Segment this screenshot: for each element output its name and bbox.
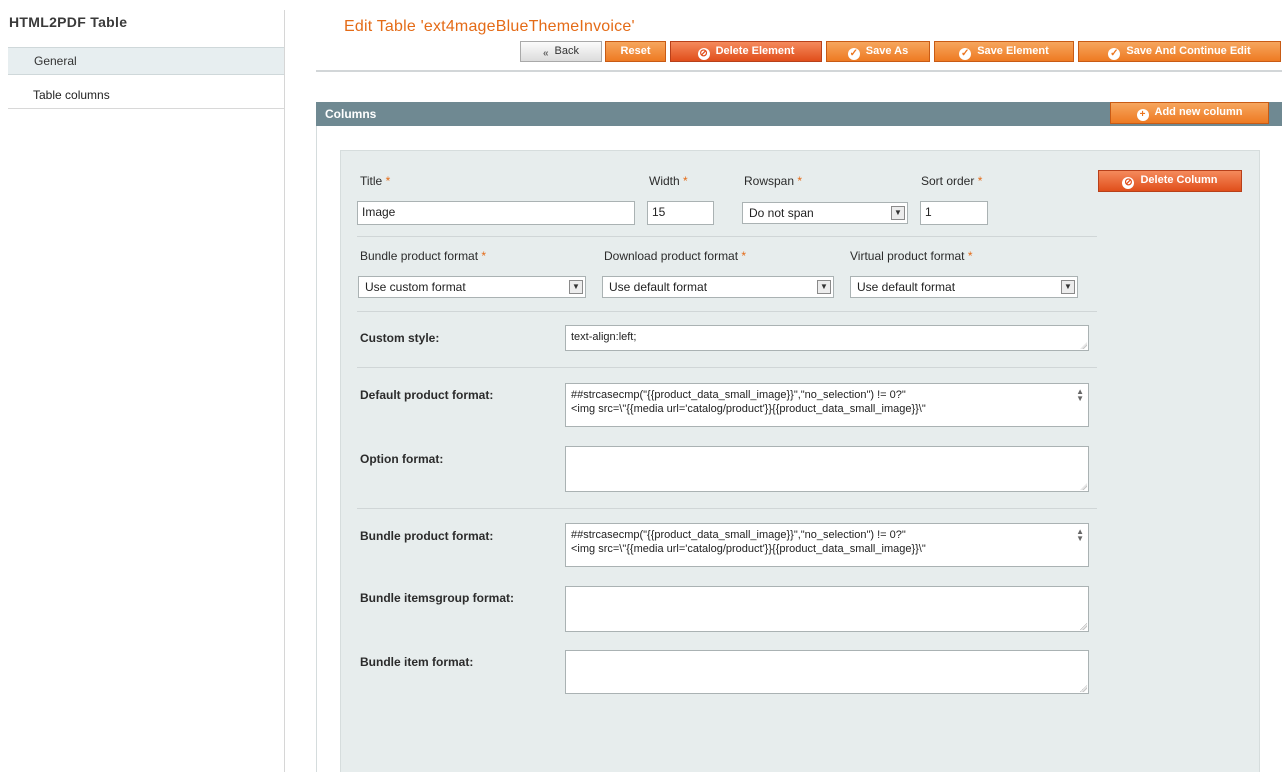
add-icon: + <box>1136 109 1149 121</box>
option-format-textarea[interactable] <box>565 446 1089 492</box>
resize-grip-icon[interactable] <box>1080 342 1087 349</box>
chevron-down-icon: ▼ <box>1061 280 1075 294</box>
page-title: Edit Table 'ext4mageBlueThemeInvoice' <box>344 18 635 35</box>
bundle-format-select[interactable]: Use custom format ▼ <box>358 276 586 298</box>
sidebar-item-general[interactable]: General <box>8 47 284 75</box>
resize-grip-icon[interactable] <box>1080 483 1087 490</box>
columns-section-title: Columns <box>325 107 377 121</box>
row-divider <box>357 236 1097 237</box>
save-and-continue-label: Save And Continue Edit <box>1126 45 1251 57</box>
bundle-product-format-textarea[interactable]: ##strcasecmp("{{product_data_small_image… <box>565 523 1089 567</box>
reset-button[interactable]: Reset <box>605 41 666 62</box>
add-new-column-label: Add new column <box>1154 106 1243 118</box>
resize-grip-icon[interactable] <box>1080 685 1087 692</box>
bundle-item-format-textarea[interactable] <box>565 650 1089 694</box>
default-product-format-line1: ##strcasecmp("{{product_data_small_image… <box>571 389 906 401</box>
virtual-format-select-value: Use default format <box>857 280 956 294</box>
default-product-format-textarea[interactable]: ##strcasecmp("{{product_data_small_image… <box>565 383 1089 427</box>
back-button-label: Back <box>554 45 580 57</box>
save-as-button[interactable]: ✓ Save As <box>826 41 930 62</box>
custom-style-value: text-align:left; <box>571 331 637 343</box>
resize-grip-icon[interactable] <box>1080 623 1087 630</box>
save-element-button[interactable]: ✓ Save Element <box>934 41 1074 62</box>
scroll-arrows-icon[interactable]: ▲ ▼ <box>1076 388 1084 403</box>
custom-style-input[interactable]: text-align:left; <box>565 325 1089 351</box>
rowspan-select[interactable]: Do not span ▼ <box>742 202 908 224</box>
save-check-icon: ✓ <box>847 48 860 60</box>
back-arrow-icon: « <box>542 48 549 59</box>
back-button[interactable]: « Back <box>520 41 602 62</box>
delete-column-label: Delete Column <box>1140 174 1218 186</box>
sort-order-label: Sort order * <box>921 174 983 188</box>
save-as-label: Save As <box>865 45 909 57</box>
rowspan-select-value: Do not span <box>749 206 814 220</box>
sort-order-input[interactable]: 1 <box>920 201 988 225</box>
bundle-product-format-label: Bundle product format: <box>360 529 494 543</box>
download-format-label: Download product format * <box>604 249 747 263</box>
delete-element-button[interactable]: ⊘ Delete Element <box>670 41 822 62</box>
bundle-format-label: Bundle product format * <box>360 249 487 263</box>
title-label: Title * <box>360 174 391 188</box>
sidebar: HTML2PDF Table General Table columns <box>0 0 285 772</box>
rowspan-label: Rowspan * <box>744 174 803 188</box>
row-divider <box>357 508 1097 509</box>
save-and-continue-button[interactable]: ✓ Save And Continue Edit <box>1078 41 1281 62</box>
header-divider <box>316 70 1282 72</box>
bundle-product-format-line1: ##strcasecmp("{{product_data_small_image… <box>571 529 906 541</box>
row-divider <box>357 367 1097 368</box>
chevron-down-icon: ▼ <box>891 206 905 220</box>
delete-icon: ⊘ <box>697 48 710 60</box>
bundle-item-format-label: Bundle item format: <box>360 655 474 669</box>
chevron-down-icon: ▼ <box>817 280 831 294</box>
width-input[interactable]: 15 <box>647 201 714 225</box>
delete-column-button[interactable]: ⊘ Delete Column <box>1098 170 1242 192</box>
save-element-label: Save Element <box>977 45 1049 57</box>
download-format-select-value: Use default format <box>609 280 708 294</box>
chevron-down-icon: ▼ <box>569 280 583 294</box>
sidebar-item-table-columns[interactable]: Table columns <box>8 81 284 109</box>
custom-style-label: Custom style: <box>360 331 440 345</box>
reset-button-label: Reset <box>620 45 651 57</box>
bundle-format-select-value: Use custom format <box>365 280 466 294</box>
width-label: Width * <box>649 174 688 188</box>
bundle-itemsgroup-format-textarea[interactable] <box>565 586 1089 632</box>
scroll-arrows-icon[interactable]: ▲ ▼ <box>1076 528 1084 543</box>
download-format-select[interactable]: Use default format ▼ <box>602 276 834 298</box>
option-format-label: Option format: <box>360 452 444 466</box>
row-divider <box>357 311 1097 312</box>
delete-element-label: Delete Element <box>715 45 795 57</box>
bundle-product-format-line2: <img src=\"{{media url='catalog/product'… <box>571 543 926 555</box>
title-input[interactable]: Image <box>357 201 635 225</box>
add-new-column-button[interactable]: + Add new column <box>1110 102 1269 124</box>
sidebar-title: HTML2PDF Table <box>9 14 128 30</box>
virtual-format-select[interactable]: Use default format ▼ <box>850 276 1078 298</box>
save-check-icon: ✓ <box>1108 48 1121 60</box>
default-product-format-label: Default product format: <box>360 388 494 402</box>
default-product-format-line2: <img src=\"{{media url='catalog/product'… <box>571 403 926 415</box>
delete-icon: ⊘ <box>1122 177 1135 189</box>
save-check-icon: ✓ <box>959 48 972 60</box>
virtual-format-label: Virtual product format * <box>850 249 973 263</box>
sidebar-divider <box>284 10 285 772</box>
bundle-itemsgroup-format-label: Bundle itemsgroup format: <box>360 591 515 605</box>
